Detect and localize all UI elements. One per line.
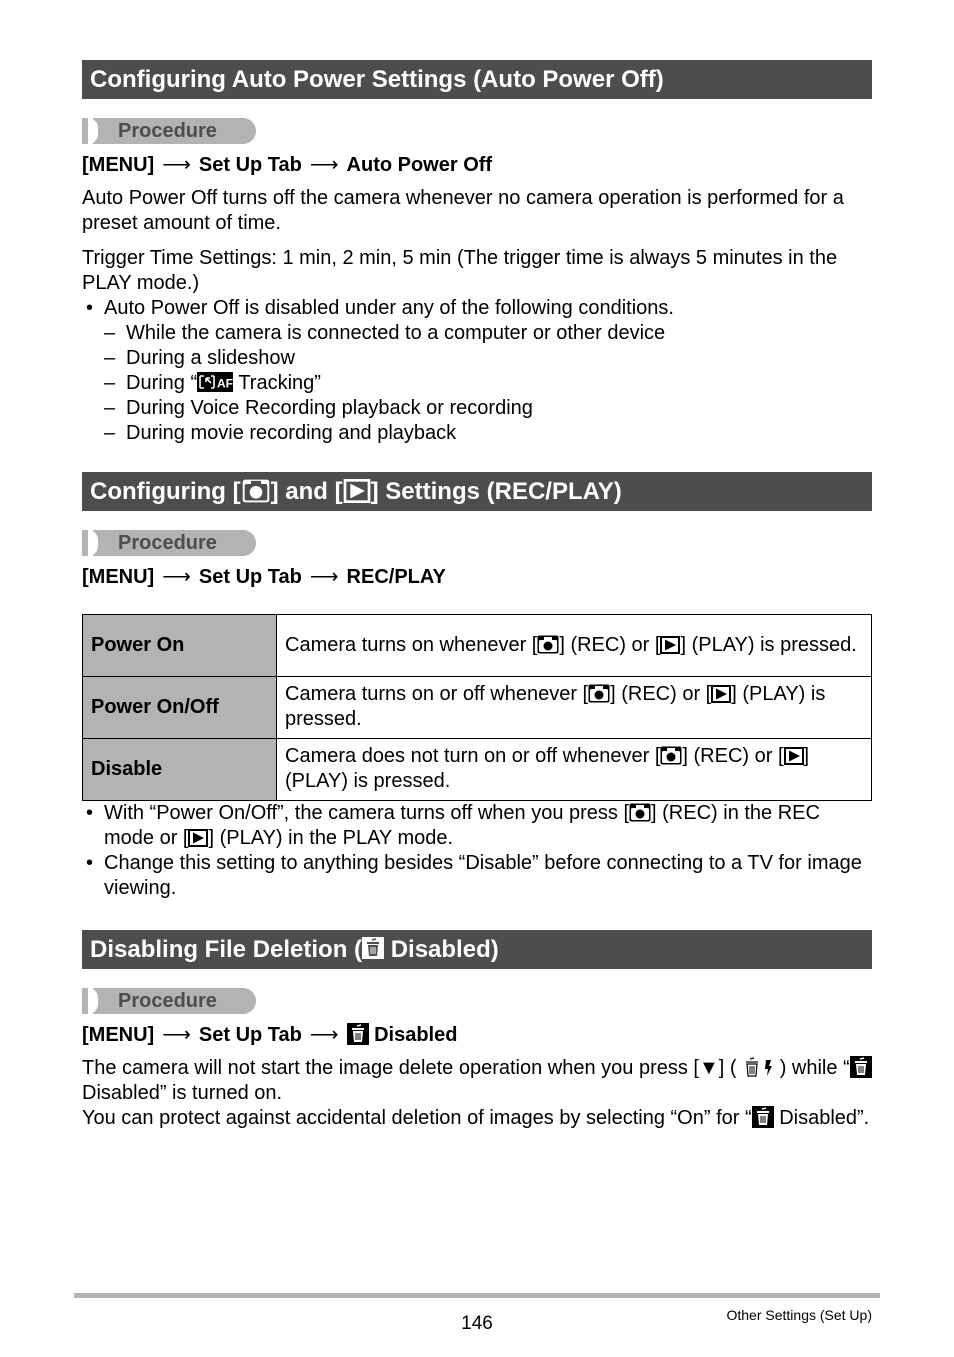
play-icon (660, 636, 680, 654)
condition-list: While the camera is connected to a compu… (104, 321, 872, 446)
note-item: With “Power On/Off”, the camera turns of… (82, 801, 872, 851)
rec-play-settings-table: Power On Camera turns on whenever [ ] (RE… (82, 614, 872, 801)
setting-label: Disable (82, 738, 277, 801)
procedure-tag: Procedure (82, 118, 256, 144)
condition-item: During Voice Recording playback or recor… (104, 396, 872, 421)
text: ] (PLAY) is pressed. (680, 633, 857, 656)
bullet-item: Auto Power Off is disabled under any of … (82, 296, 872, 446)
setting-label: Power On (82, 614, 277, 677)
camera-icon (537, 635, 559, 654)
arrow-right-icon: ⟶ (162, 566, 191, 588)
af-tracking-icon: AF (197, 372, 234, 392)
table-row: Power On Camera turns on whenever [ ] (RE… (82, 614, 872, 677)
arrow-right-icon: ⟶ (309, 566, 339, 588)
procedure-label: Procedure (118, 120, 217, 142)
condition-item: During movie recording and playback (104, 421, 872, 446)
procedure-label: Procedure (118, 532, 217, 554)
trash-icon (362, 937, 385, 959)
text: Configuring [ (90, 478, 241, 505)
table-row: Power On/Off Camera turns on or off when… (82, 676, 872, 739)
menu-path-step: Auto Power Off (346, 154, 493, 176)
menu-path-step: Set Up Tab (198, 566, 302, 588)
text: Disabling File Deletion ( (90, 936, 363, 963)
text: Camera turns on whenever [ (285, 633, 538, 656)
manual-page: Configuring Auto Power Settings (Auto Po… (82, 60, 872, 1131)
text: Tracking” (233, 372, 321, 394)
text: ] Settings (REC/PLAY) (370, 478, 622, 505)
text: ] (REC) or [ (610, 683, 712, 705)
footer-section-title: Other Settings (Set Up) (726, 1307, 872, 1323)
menu-path-step: [MENU] (82, 1024, 155, 1046)
text: During “ (126, 372, 198, 394)
paragraph: Auto Power Off turns off the camera when… (82, 187, 844, 234)
procedure-tag: Procedure (82, 530, 256, 556)
text: You can protect against accidental delet… (82, 1107, 752, 1129)
play-icon (784, 747, 804, 765)
section-heading-rec-play: Configuring [ ] and [ ] Settings (REC/PLAY… (82, 472, 872, 511)
condition-item: While the camera is connected to a compu… (104, 321, 872, 346)
footer-divider (74, 1293, 880, 1298)
text: ] (PLAY) in the PLAY mode. (208, 827, 454, 849)
arrow-right-icon: ⟶ (162, 154, 191, 176)
setting-description: Camera turns on or off whenever [ ] (REC)… (276, 676, 872, 739)
paragraph: You can protect against accidental delet… (82, 1106, 872, 1131)
menu-path-step: [MENU] (82, 566, 155, 588)
text: ] (REC) or [ (682, 745, 784, 767)
procedure-tag: Procedure (82, 988, 256, 1014)
camera-icon (242, 479, 269, 503)
setting-description: Camera turns on whenever [ ] (REC) or [ ] … (276, 614, 872, 677)
camera-icon (629, 803, 651, 822)
note-item: Change this setting to anything besides … (82, 851, 872, 901)
text: The camera will not start the image dele… (82, 1057, 737, 1079)
paragraph: Trigger Time Settings: 1 min, 2 min, 5 m… (82, 247, 838, 294)
table-row: Disable Camera does not turn on or off w… (82, 738, 872, 801)
text: ] (REC) or [ (559, 633, 661, 656)
setting-description: Camera does not turn on or off whenever … (276, 738, 872, 801)
menu-path-step: REC/PLAY (346, 566, 446, 588)
menu-path-step: [MENU] (82, 154, 155, 176)
bullet-text: Auto Power Off is disabled under any of … (104, 297, 674, 319)
trash-outline-icon (742, 1057, 762, 1077)
condition-item: During a slideshow (104, 346, 872, 371)
camera-icon (588, 684, 610, 703)
trash-icon (752, 1106, 774, 1128)
text: ] and [ (270, 478, 343, 505)
section-heading-auto-power-off: Configuring Auto Power Settings (Auto Po… (82, 60, 872, 99)
menu-path: [MENU] ⟶ Set Up Tab ⟶ Disabled (82, 1022, 872, 1048)
menu-path-step: Set Up Tab (198, 154, 302, 176)
text: Disabled) (384, 936, 499, 963)
menu-path-step: Set Up Tab (198, 1024, 302, 1046)
text: Camera does not turn on or off whenever … (285, 745, 661, 767)
menu-path: [MENU] ⟶ Set Up Tab ⟶ Auto Power Off (82, 152, 872, 178)
procedure-label: Procedure (118, 990, 217, 1012)
arrow-right-icon: ⟶ (309, 1024, 339, 1046)
trash-icon (347, 1023, 369, 1045)
section-heading-deletion-disabled: Disabling File Deletion ( Disabled) (82, 930, 872, 969)
play-icon (711, 685, 731, 703)
text: ) while “ (779, 1057, 850, 1079)
play-icon (343, 479, 370, 503)
condition-item: During “ AF Tracking” (104, 371, 872, 396)
text: Disabled”. (773, 1107, 870, 1129)
trash-icon (850, 1056, 872, 1078)
text: Disabled” is turned on. (82, 1082, 283, 1104)
text: With “Power On/Off”, the camera turns of… (104, 802, 630, 824)
flash-icon (765, 1060, 773, 1076)
paragraph: The camera will not start the image dele… (82, 1056, 872, 1106)
play-icon (188, 829, 208, 847)
setting-label: Power On/Off (82, 676, 277, 739)
bullet-list: Auto Power Off is disabled under any of … (82, 296, 872, 446)
arrow-right-icon: ⟶ (162, 1024, 191, 1046)
menu-path-step: Disabled (374, 1024, 458, 1046)
text: Camera turns on or off whenever [ (285, 683, 589, 705)
svg-text:AF: AF (217, 377, 233, 391)
arrow-right-icon: ⟶ (309, 154, 339, 176)
menu-path: [MENU] ⟶ Set Up Tab ⟶ REC/PLAY (82, 564, 872, 590)
notes-list: With “Power On/Off”, the camera turns of… (82, 801, 872, 901)
camera-icon (660, 746, 682, 765)
